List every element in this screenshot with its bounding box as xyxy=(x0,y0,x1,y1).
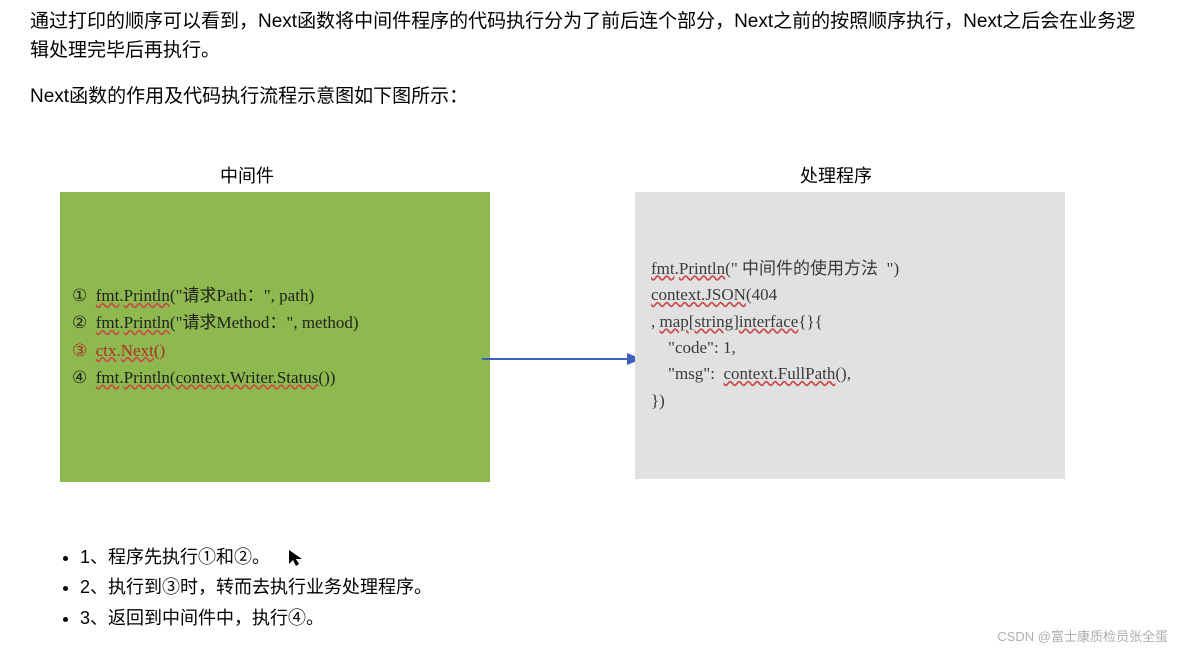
steps-list: 1、程序先执行①和②。 2、执行到③时，转而去执行业务处理程序。 3、返回到中间… xyxy=(0,542,1184,634)
code-line-4: ④ fmt.Println(context.Writer.Status()) xyxy=(72,364,478,391)
code-line-1: ① fmt.Println("请求Path：", path) xyxy=(72,282,478,309)
diagram: 中间件 处理程序 ① fmt.Println("请求Path：", path) … xyxy=(30,162,1184,512)
r-code-line-5: "msg": context.FullPath(), xyxy=(651,361,1049,387)
paragraph-2: Next函数的作用及代码执行流程示意图如下图所示： xyxy=(30,83,1154,112)
left-box-title: 中间件 xyxy=(220,162,274,188)
list-item: 2、执行到③时，转而去执行业务处理程序。 xyxy=(80,572,1184,603)
arrow-icon xyxy=(482,344,642,374)
r-code-line-2: context.JSON(404 xyxy=(651,282,1049,308)
r-code-line-1: fmt.Println(" 中间件的使用方法 ") xyxy=(651,256,1049,282)
paragraph-1: 通过打印的顺序可以看到，Next函数将中间件程序的代码执行分为了前后连个部分，N… xyxy=(30,8,1154,65)
list-item: 1、程序先执行①和②。 xyxy=(80,542,1184,573)
r-code-line-3: , map[string]interface{}{ xyxy=(651,309,1049,335)
r-code-line-6: }) xyxy=(651,388,1049,414)
right-box-title: 处理程序 xyxy=(800,162,872,188)
r-code-line-4: "code": 1, xyxy=(651,335,1049,361)
handler-box: fmt.Println(" 中间件的使用方法 ") context.JSON(4… xyxy=(635,192,1065,479)
middleware-box: ① fmt.Println("请求Path：", path) ② fmt.Pri… xyxy=(60,192,490,482)
code-line-3: ③ ctx.Next() xyxy=(72,337,478,364)
cursor-icon xyxy=(288,551,304,571)
watermark-text: CSDN @富士康质检员张全蛋 xyxy=(997,626,1168,645)
code-line-2: ② fmt.Println("请求Method：", method) xyxy=(72,309,478,336)
